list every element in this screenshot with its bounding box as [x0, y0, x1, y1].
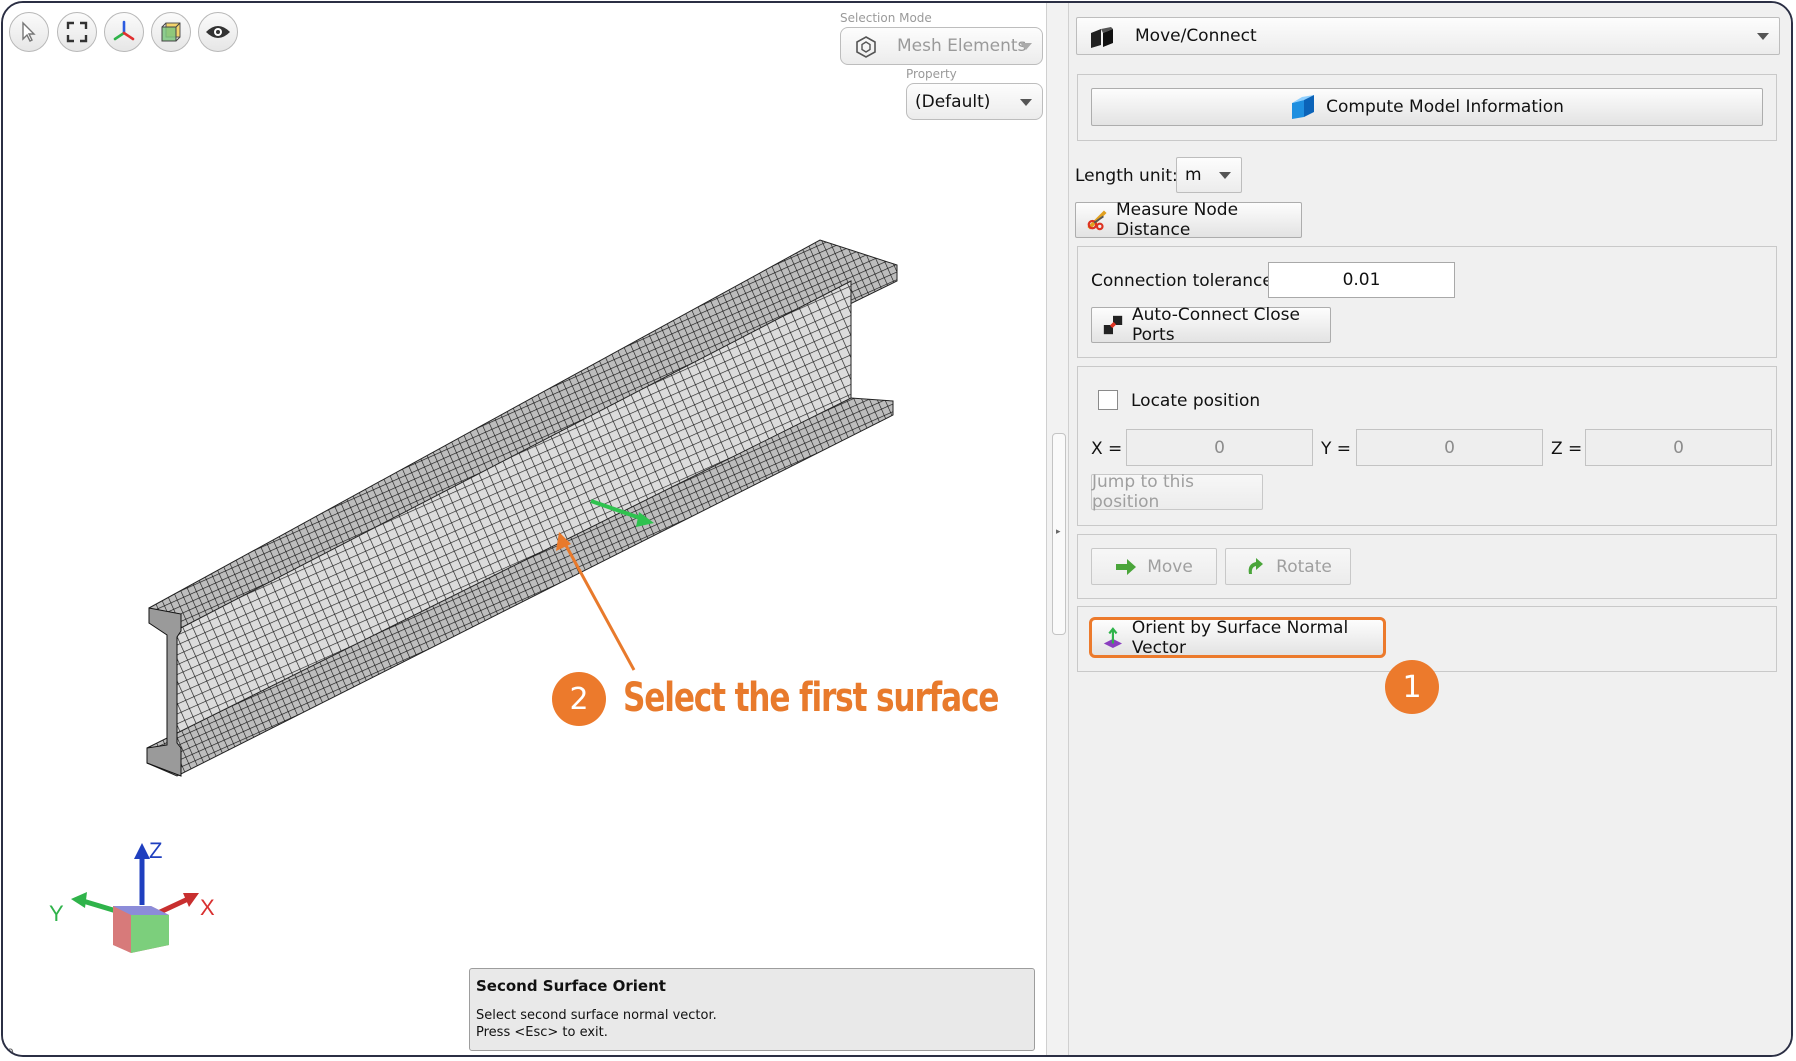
annotation-select-first-surface: Select the first surface	[623, 675, 999, 721]
connection-group: Connection tolerance: 0.01 Auto-Connect …	[1077, 246, 1777, 358]
step-2-badge: 2	[552, 672, 606, 726]
app-window: Selection Mode Mesh Elements Property (D…	[1, 1, 1793, 1057]
green-arrow-icon	[1116, 558, 1137, 575]
rotate-button-label: Rotate	[1276, 556, 1332, 577]
tooltip-line-2: Press <Esc> to exit.	[476, 1025, 608, 1040]
collapse-arrow-icon[interactable]: ▸	[1056, 527, 1061, 537]
panel-splitter[interactable]: ▸	[1046, 3, 1069, 1055]
z-coordinate-input[interactable]: 0	[1585, 429, 1772, 466]
blue-cube-icon	[1292, 95, 1315, 119]
tooltip-title: Second Surface Orient	[476, 977, 666, 995]
length-unit-value: m	[1185, 165, 1202, 185]
move-rotate-group: Move Rotate	[1077, 534, 1777, 599]
connection-tolerance-input[interactable]: 0.01	[1268, 262, 1455, 298]
orient-group: Orient by Surface Normal Vector	[1077, 606, 1777, 672]
locate-position-label: Locate position	[1131, 391, 1261, 411]
x-coordinate-input[interactable]: 0	[1126, 429, 1313, 466]
rotate-arrow-icon	[1248, 557, 1264, 574]
chevron-down-icon	[1219, 172, 1231, 179]
locate-position-checkbox[interactable]	[1098, 390, 1118, 410]
auto-connect-button-label: Auto-Connect Close Ports	[1132, 305, 1300, 345]
measure-button-label: Measure Node Distance	[1116, 200, 1239, 240]
corner-mark: 9	[7, 1046, 14, 1057]
3d-viewport[interactable]: Selection Mode Mesh Elements Property (D…	[3, 3, 1046, 1057]
move-connect-panel: Move/Connect Compute Model Information L…	[1069, 3, 1791, 1055]
move-button[interactable]: Move	[1091, 548, 1217, 585]
move-button-label: Move	[1147, 556, 1193, 577]
compute-model-information-button[interactable]: Compute Model Information	[1091, 88, 1763, 126]
y-coordinate-label: Y =	[1321, 439, 1352, 459]
z-coordinate-label: Z =	[1551, 439, 1583, 459]
rotate-button[interactable]: Rotate	[1225, 548, 1351, 585]
axis-z-label: Z	[149, 838, 162, 863]
orient-button-label: Orient by Surface Normal Vector	[1131, 617, 1349, 658]
axis-y-label: Y	[49, 901, 64, 926]
connect-ports-icon	[1103, 315, 1123, 335]
length-unit-dropdown[interactable]: m	[1176, 157, 1242, 193]
tool-select-dropdown[interactable]: Move/Connect	[1076, 17, 1780, 55]
status-tooltip: Second Surface Orient Select second surf…	[469, 968, 1035, 1051]
i-beam-mesh-model[interactable]: Z Y X 9	[3, 3, 1046, 1057]
x-coordinate-label: X =	[1091, 439, 1123, 459]
step-1-badge: 1	[1385, 660, 1439, 714]
jump-to-position-button[interactable]: Jump to this position	[1091, 472, 1263, 512]
auto-connect-close-ports-button[interactable]: Auto-Connect Close Ports	[1091, 305, 1331, 345]
blocks-icon	[1091, 27, 1113, 48]
connection-tolerance-label: Connection tolerance:	[1091, 271, 1279, 291]
tool-select-value: Move/Connect	[1135, 26, 1257, 46]
axis-x-label: X	[200, 895, 215, 920]
surface-normal-icon	[1103, 626, 1123, 648]
locate-position-group: Locate position X = 0 Y = 0 Z = 0 Jump t…	[1077, 366, 1777, 526]
tooltip-line-1: Select second surface normal vector.	[476, 1008, 717, 1023]
y-coordinate-input[interactable]: 0	[1356, 429, 1543, 466]
measure-node-distance-button[interactable]: Measure Node Distance	[1075, 200, 1302, 240]
measure-scissors-icon	[1087, 210, 1107, 231]
compute-button-label: Compute Model Information	[1326, 97, 1564, 117]
model-info-group: Compute Model Information	[1077, 74, 1777, 141]
chevron-down-icon	[1757, 33, 1769, 40]
length-unit-label: Length unit:	[1075, 166, 1178, 186]
orient-by-surface-normal-vector-button[interactable]: Orient by Surface Normal Vector	[1089, 617, 1386, 658]
